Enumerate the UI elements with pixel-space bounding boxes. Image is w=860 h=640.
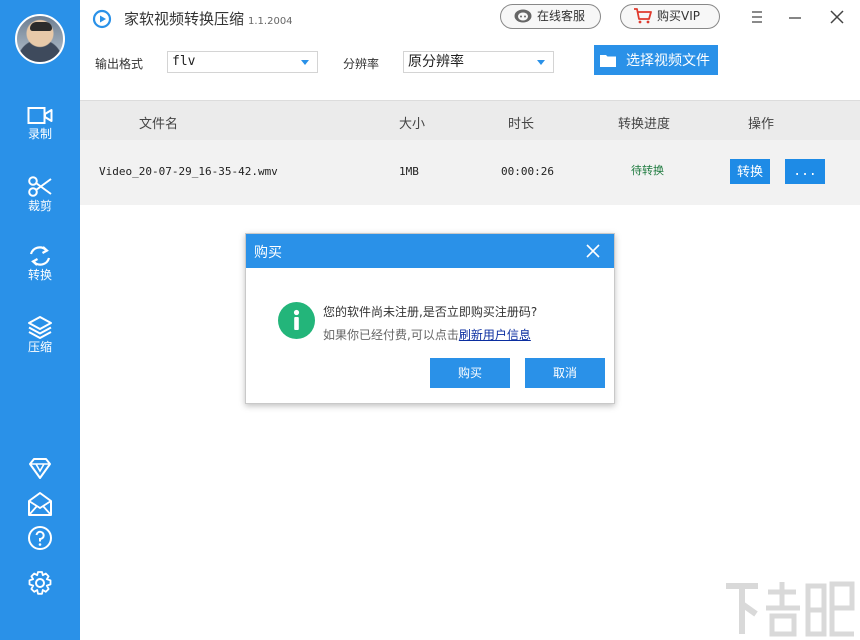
table-row[interactable]: Video_20-07-29_16-35-42.wmv 1MB 00:00:26…: [80, 140, 860, 205]
resolution-select-value: 原分辨率: [408, 54, 464, 70]
sidebar-item-label: 压缩: [27, 340, 52, 354]
mail-icon[interactable]: [27, 491, 53, 517]
cart-icon: [634, 8, 652, 24]
format-select[interactable]: flv: [167, 51, 318, 73]
sidebar-item-convert[interactable]: 转换: [0, 245, 80, 301]
column-header-progress: 转换进度: [618, 117, 671, 132]
cancel-button[interactable]: 取消: [525, 358, 605, 388]
scissors-icon: [28, 176, 52, 197]
app-title: 家软视频转换压缩 1.1.2004: [124, 8, 293, 29]
info-icon: [278, 302, 315, 339]
format-select-value: flv: [172, 54, 196, 69]
chevron-down-icon: [537, 60, 545, 65]
close-icon[interactable]: [828, 8, 846, 26]
settings-icon[interactable]: [27, 570, 53, 596]
format-label: 输出格式: [95, 57, 144, 71]
convert-icon: [29, 246, 51, 266]
sidebar-item-label: 裁剪: [27, 199, 52, 213]
column-header-filename: 文件名: [139, 117, 179, 132]
app-logo-icon: [92, 9, 112, 29]
app-version: 1.1.2004: [248, 16, 293, 27]
app-title-text: 家软视频转换压缩: [124, 10, 245, 28]
title-bar: 家软视频转换压缩 1.1.2004 在线客服 购买VIP: [80, 0, 860, 36]
chevron-down-icon: [301, 60, 309, 65]
cell-size: 1MB: [399, 165, 419, 178]
dialog-subtext-prefix: 如果你已经付费,可以点击: [323, 328, 459, 342]
cell-filename: Video_20-07-29_16-35-42.wmv: [99, 165, 278, 178]
layers-icon: [28, 316, 52, 339]
buy-vip-label: 购买VIP: [657, 9, 700, 23]
sidebar-item-compress[interactable]: 压缩: [0, 315, 80, 371]
sidebar-item-crop[interactable]: 裁剪: [0, 176, 80, 232]
buy-button[interactable]: 购买: [430, 358, 510, 388]
diamond-icon[interactable]: [27, 456, 53, 482]
status-badge: 待转换: [631, 164, 664, 177]
cell-duration: 00:00:26: [501, 165, 554, 178]
sidebar-item-label: 录制: [27, 127, 52, 141]
dialog-subtext: 如果你已经付费,可以点击刷新用户信息: [323, 326, 531, 343]
app-window: 录制 裁剪 转换 压缩 家软视频转换压缩 1.1.2004 在线客服 购买VIP…: [0, 0, 860, 640]
folder-icon: [600, 55, 616, 67]
table-header: 文件名 大小 时长 转换进度 操作: [80, 100, 860, 140]
select-video-file-label: 选择视频文件: [626, 52, 710, 68]
dialog-message: 您的软件尚未注册,是否立即购买注册码?: [323, 305, 538, 319]
close-icon[interactable]: [586, 244, 600, 258]
dialog-header: 购买: [246, 234, 614, 268]
refresh-user-info-link[interactable]: 刷新用户信息: [459, 328, 531, 342]
online-service-label: 在线客服: [537, 9, 586, 23]
help-icon[interactable]: [27, 525, 53, 551]
resolution-select[interactable]: 原分辨率: [403, 51, 554, 73]
convert-button[interactable]: 转换: [730, 159, 770, 184]
headset-icon: [514, 9, 532, 23]
minimize-icon[interactable]: [786, 8, 804, 26]
sidebar-item-label: 转换: [27, 268, 52, 282]
menu-icon[interactable]: [748, 8, 766, 26]
dialog-title: 购买: [254, 245, 282, 261]
buy-vip-button[interactable]: 购买VIP: [620, 4, 720, 29]
avatar[interactable]: [15, 14, 65, 64]
sidebar: 录制 裁剪 转换 压缩: [0, 0, 80, 640]
online-service-button[interactable]: 在线客服: [500, 4, 601, 29]
watermark-logo: [726, 581, 855, 637]
purchase-dialog: 购买 您的软件尚未注册,是否立即购买注册码? 如果你已经付费,可以点击刷新用户信…: [245, 233, 615, 404]
resolution-label: 分辨率: [343, 57, 380, 71]
column-header-duration: 时长: [508, 117, 535, 132]
video-camera-icon: [27, 107, 53, 124]
select-video-file-button[interactable]: 选择视频文件: [594, 45, 718, 75]
column-header-actions: 操作: [748, 117, 775, 132]
more-options-button[interactable]: ...: [785, 159, 825, 184]
column-header-size: 大小: [399, 117, 426, 132]
sidebar-item-record[interactable]: 录制: [0, 106, 80, 162]
